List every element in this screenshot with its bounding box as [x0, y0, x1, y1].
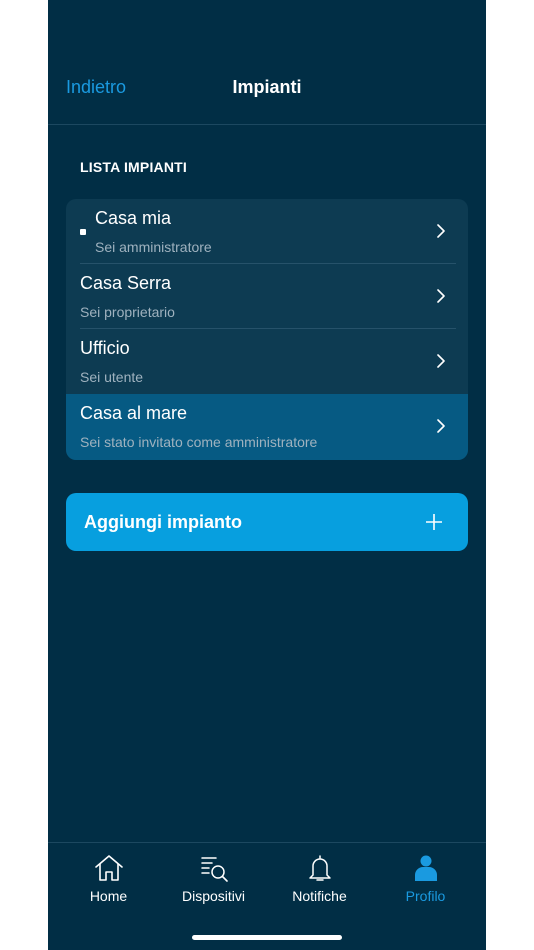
tab-home[interactable]: Home: [56, 843, 161, 923]
add-plant-button[interactable]: Aggiungi impianto: [66, 493, 468, 551]
add-plant-label: Aggiungi impianto: [84, 512, 242, 532]
person-icon: [415, 855, 437, 881]
plant-item-ufficio[interactable]: Ufficio Sei utente: [66, 329, 468, 394]
plant-name: Casa al mare: [80, 403, 188, 423]
plant-role: Sei utente: [80, 369, 144, 385]
home-indicator: [192, 935, 342, 940]
page-title: Impianti: [232, 77, 302, 97]
chevron-right-icon: [437, 289, 445, 303]
house-icon: [95, 855, 123, 881]
plant-name: Casa Serra: [80, 273, 172, 293]
plant-name: Casa mia: [95, 208, 172, 228]
plant-role: Sei stato invitato come amministratore: [80, 434, 318, 450]
bell-icon: [309, 855, 331, 881]
tab-label: Dispositivi: [181, 888, 245, 904]
selected-indicator-icon: [80, 229, 86, 235]
tab-label: Notifiche: [292, 888, 347, 904]
plant-item-casa-mia[interactable]: Casa mia Sei amministratore: [66, 199, 468, 264]
plant-item-casa-al-mare[interactable]: Casa al mare Sei stato invitato come amm…: [66, 394, 468, 460]
plus-icon: [426, 514, 442, 530]
tab-dispositivi[interactable]: Dispositivi: [161, 843, 266, 923]
chevron-right-icon: [437, 354, 445, 368]
tab-bar: Home Dispositivi Notifiche Profilo: [48, 842, 486, 950]
section-title: LISTA IMPIANTI: [80, 159, 188, 175]
tab-profilo[interactable]: Profilo: [373, 843, 478, 923]
plant-item-casa-serra[interactable]: Casa Serra Sei proprietario: [66, 264, 468, 329]
plant-role: Sei amministratore: [95, 239, 212, 255]
plant-list: Casa mia Sei amministratore Casa Serra S…: [66, 199, 468, 460]
tab-label: Profilo: [405, 888, 446, 904]
app-screen: Indietro Impianti LISTA IMPIANTI Casa mi…: [48, 0, 486, 950]
nav-header: Indietro Impianti: [48, 0, 486, 125]
plant-name: Ufficio: [80, 338, 130, 358]
chevron-right-icon: [437, 419, 445, 433]
plant-role: Sei proprietario: [80, 304, 175, 320]
tab-label: Home: [89, 888, 128, 904]
tab-notifiche[interactable]: Notifiche: [267, 843, 372, 923]
chevron-right-icon: [437, 224, 445, 238]
device-search-icon: [201, 857, 228, 882]
